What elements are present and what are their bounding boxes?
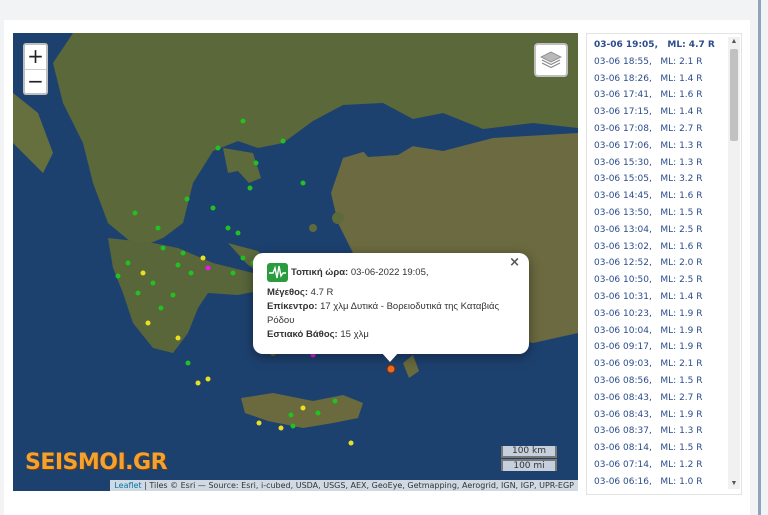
scale-mi: 100 mi [501,459,557,471]
leaflet-link[interactable]: Leaflet [114,481,141,490]
list-item[interactable]: 03-06 10:04, ML: 1.9 R [587,323,725,340]
list-item[interactable]: 03-06 14:45, ML: 1.6 R [587,188,725,205]
seismoi-logo: SEISMOI.GR [25,450,168,475]
list-item[interactable]: 03-06 17:06, ML: 1.3 R [587,138,725,155]
list-item[interactable]: 03-06 08:56, ML: 1.5 R [587,373,725,390]
popup-depth-line: Εστιακό Βάθος: 15 χλμ [267,328,517,342]
list-item[interactable]: 03-06 17:41, ML: 1.6 R [587,87,725,104]
earthquake-list: 03-06 19:05, ML: 4.7 R 03-06 18:55, ML: 2… [586,33,742,495]
list-item[interactable]: 03-06 17:08, ML: 2.7 R [587,121,725,138]
list-item[interactable]: 03-06 18:26, ML: 1.4 R [587,71,725,88]
list-item[interactable]: 03-06 08:43, ML: 2.7 R [587,390,725,407]
popup-close-button[interactable]: × [509,256,520,270]
depth-value: 15 χλμ [337,329,369,340]
window-edge [750,0,768,515]
list-item[interactable]: 03-06 08:43, ML: 1.9 R [587,407,725,424]
scroll-thumb[interactable] [730,49,738,141]
time-value: 03-06-2022 19:05, [348,267,429,279]
scroll-up-arrow[interactable]: ▲ [728,37,740,47]
list-item[interactable]: 03-06 18:55, ML: 2.1 R [587,54,725,71]
scale-bar: 100 km 100 mi [501,446,557,471]
time-label: Τοπική ώρα: [291,267,349,279]
earthquake-popup: × Τοπική ώρα: 03-06-2022 19:05, Μέγεθος:… [253,253,529,362]
list-item[interactable]: 03-06 19:05, ML: 4.7 R [587,37,725,54]
layers-icon [540,51,562,69]
list-item[interactable]: 03-06 10:50, ML: 2.5 R [587,272,725,289]
scale-km: 100 km [501,446,557,458]
list-item[interactable]: 03-06 09:17, ML: 1.9 R [587,339,725,356]
magnitude-value: 4.7 R [308,287,334,298]
list-item[interactable]: 03-06 15:05, ML: 3.2 R [587,171,725,188]
list-item[interactable]: 03-06 12:52, ML: 2.0 R [587,255,725,272]
window-edge-line [758,0,761,515]
magnitude-label: Μέγεθος: [267,287,309,298]
layers-button[interactable] [534,43,568,77]
list-item[interactable]: 03-06 13:50, ML: 1.5 R [587,205,725,222]
page: + − SEISMOI.GR 100 km 100 mi Leaflet | T… [0,0,768,515]
list-item[interactable]: 03-06 13:04, ML: 2.5 R [587,222,725,239]
popup-magnitude-line: Μέγεθος: 4.7 R [267,286,517,300]
list-item[interactable]: 03-06 08:14, ML: 1.5 R [587,440,725,457]
list-item[interactable]: 03-06 06:16, ML: 1.0 R [587,474,725,491]
map-attribution: Leaflet | Tiles © Esri — Source: Esri, i… [110,480,578,491]
depth-label: Εστιακό Βάθος: [267,329,338,340]
list-item[interactable]: 03-06 10:23, ML: 1.9 R [587,306,725,323]
popup-epicenter-line: Επίκεντρο: 17 χλμ Δυτικά - Βορειοδυτικά … [267,300,517,328]
epicenter-label: Επίκεντρο: [267,301,318,312]
zoom-in-button[interactable]: + [25,45,46,69]
list-item[interactable]: 03-06 13:02, ML: 1.6 R [587,239,725,256]
zoom-out-button[interactable]: − [25,69,46,93]
popup-time-line: Τοπική ώρα: 03-06-2022 19:05, [267,263,517,282]
scroll-down-arrow[interactable]: ▼ [728,479,740,489]
list-item[interactable]: 03-06 08:37, ML: 1.3 R [587,423,725,440]
list-item[interactable]: 03-06 10:31, ML: 1.4 R [587,289,725,306]
earthquake-map[interactable]: + − SEISMOI.GR 100 km 100 mi Leaflet | T… [13,33,578,491]
zoom-control: + − [23,43,48,95]
attribution-text: | Tiles © Esri — Source: Esri, i-cubed, … [141,481,574,490]
seismograph-icon [267,263,288,282]
popup-tip [381,352,399,362]
list-scrollbar[interactable]: ▲ ▼ [728,37,740,489]
list-item[interactable]: 03-06 15:30, ML: 1.3 R [587,155,725,172]
list-item[interactable]: 03-06 07:14, ML: 1.2 R [587,457,725,474]
earthquake-list-rows: 03-06 19:05, ML: 4.7 R 03-06 18:55, ML: 2… [587,37,725,491]
list-item[interactable]: 03-06 09:03, ML: 2.1 R [587,356,725,373]
list-item[interactable]: 03-06 17:15, ML: 1.4 R [587,104,725,121]
